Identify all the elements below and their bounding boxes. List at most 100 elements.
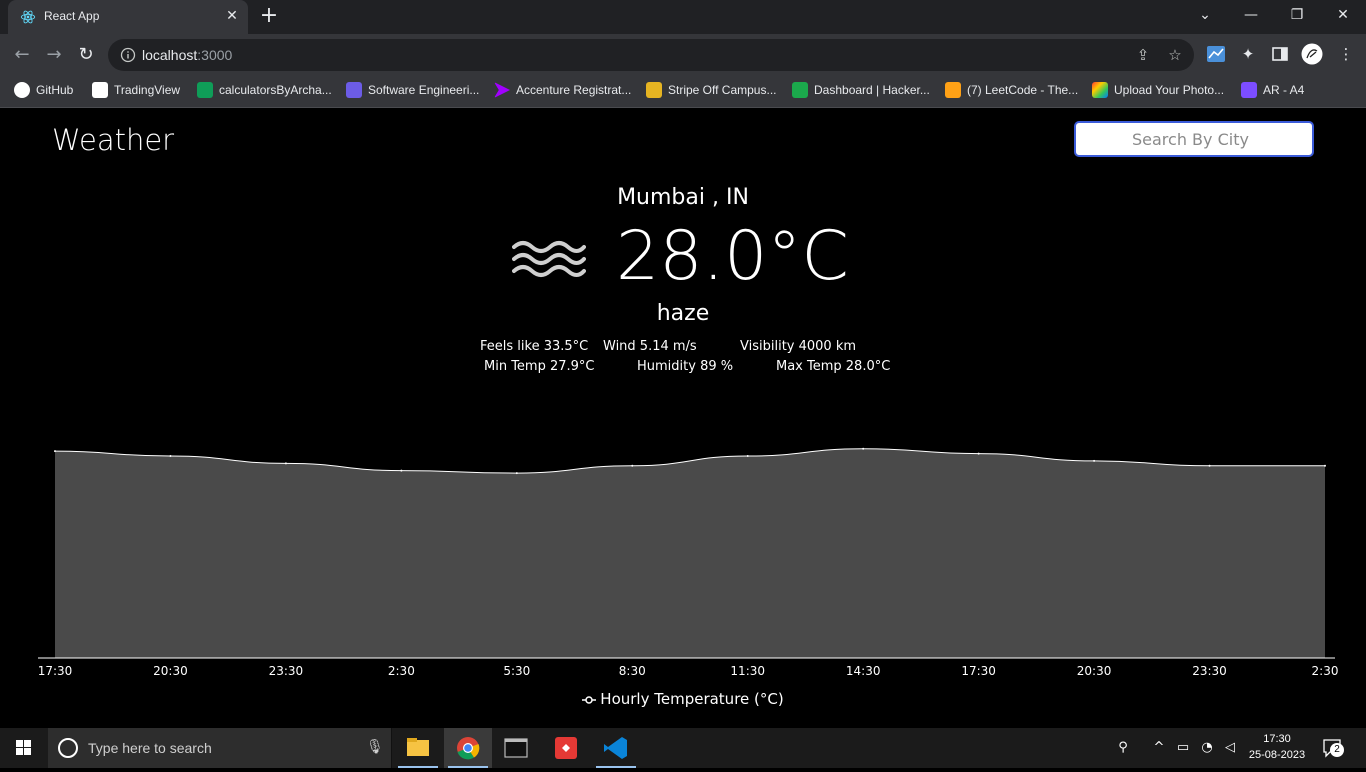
chart-legend[interactable]: Hourly Temperature (°C) xyxy=(0,690,1366,708)
people-icon[interactable]: ⚲ xyxy=(1114,739,1132,757)
temperature-area xyxy=(55,448,1325,658)
taskbar-search-placeholder: Type here to search xyxy=(88,740,212,756)
x-tick-label: 17:30 xyxy=(38,664,73,678)
info-icon[interactable] xyxy=(120,47,136,63)
city-search-input[interactable] xyxy=(1074,121,1314,157)
github-icon xyxy=(14,82,30,98)
x-tick-label: 23:30 xyxy=(269,664,304,678)
printer-icon xyxy=(1241,82,1257,98)
temperature-point[interactable] xyxy=(862,447,865,450)
side-panel-icon[interactable] xyxy=(1270,44,1290,64)
temperature-point[interactable] xyxy=(400,469,403,472)
system-clock[interactable]: 17:30 25-08-2023 xyxy=(1244,731,1310,763)
bookmark-label: TradingView xyxy=(114,83,181,97)
clock-time: 17:30 xyxy=(1263,733,1291,745)
temperature-point[interactable] xyxy=(1324,464,1326,467)
temperature-point[interactable] xyxy=(1208,464,1211,467)
file-explorer-icon[interactable] xyxy=(394,728,442,768)
bookmark-ar-a4[interactable]: AR - A4 xyxy=(1241,76,1304,104)
volume-icon[interactable]: ◁ xyxy=(1221,739,1239,757)
sheets-icon xyxy=(197,82,213,98)
bookmark-label: Dashboard | Hacker... xyxy=(814,83,930,97)
bookmark-upload-photo[interactable]: Upload Your Photo... xyxy=(1092,76,1224,104)
temperature-point[interactable] xyxy=(169,455,172,458)
bookmarks-bar: GitHub TradingView calculatorsByArcha...… xyxy=(0,76,1366,108)
tab-react-app[interactable]: React App ✕ xyxy=(8,0,248,34)
temperature-point[interactable] xyxy=(977,452,980,455)
leetcode-icon xyxy=(945,82,961,98)
temperature-point[interactable] xyxy=(1093,459,1096,462)
tab-strip: React App ✕ + ⌄ — ❐ ✕ xyxy=(0,0,1366,34)
bookmark-stripe[interactable]: Stripe Off Campus... xyxy=(646,76,777,104)
chrome-icon[interactable] xyxy=(444,728,492,768)
x-tick-label: 11:30 xyxy=(730,664,765,678)
bookmark-leetcode[interactable]: (7) LeetCode - The... xyxy=(945,76,1078,104)
temperature-point[interactable] xyxy=(284,462,287,465)
bookmark-label: GitHub xyxy=(36,83,74,97)
taskbar: Type here to search 🎙 ⚲ ^ ▭ ◔ ◁ 17:30 25… xyxy=(0,728,1366,768)
address-bar[interactable]: localhost:3000 ⇪ ☆ xyxy=(108,39,1194,71)
humidity: Humidity 89 % xyxy=(637,359,734,374)
notification-center-icon[interactable]: 2 xyxy=(1322,738,1344,758)
windows-start-icon[interactable] xyxy=(0,728,48,768)
bookmark-label: AR - A4 xyxy=(1263,83,1305,97)
haze-icon xyxy=(512,241,586,277)
bookmark-hackerrank[interactable]: Dashboard | Hacker... xyxy=(792,76,930,104)
bookmark-calculators[interactable]: calculatorsByArcha... xyxy=(197,76,332,104)
bookmark-label: Stripe Off Campus... xyxy=(668,83,777,97)
tab-search-chevron-icon[interactable]: ⌄ xyxy=(1182,0,1228,32)
share-icon[interactable]: ⇪ xyxy=(1134,46,1152,64)
restore-button[interactable]: ❐ xyxy=(1274,0,1320,32)
temperature-point[interactable] xyxy=(54,450,56,453)
toolbar: ← → ↻ localhost:3000 ⇪ ☆ ✦ ⋮ xyxy=(0,34,1366,76)
feels-like: Feels like 33.5°C xyxy=(480,339,589,354)
terminal-icon[interactable] xyxy=(492,728,540,768)
bookmark-software-engineering[interactable]: Software Engineeri... xyxy=(346,76,479,104)
back-arrow-icon[interactable]: ← xyxy=(10,43,34,67)
bookmark-accenture[interactable]: Accenture Registrat... xyxy=(494,76,631,104)
tradingview-icon xyxy=(92,82,108,98)
x-tick-label: 2:30 xyxy=(1312,664,1339,678)
x-tick-label: 17:30 xyxy=(961,664,996,678)
temperature-point[interactable] xyxy=(631,464,634,467)
weather-description: haze xyxy=(656,301,710,326)
photo-app-icon xyxy=(1092,82,1108,98)
x-tick-label: 14:30 xyxy=(846,664,881,678)
temperature-point[interactable] xyxy=(515,472,518,475)
s-logo-icon xyxy=(346,82,362,98)
bookmark-label: Accenture Registrat... xyxy=(516,83,632,97)
profile-avatar[interactable] xyxy=(1301,43,1323,65)
vscode-icon[interactable] xyxy=(592,728,640,768)
close-window-button[interactable]: ✕ xyxy=(1320,0,1366,32)
app-title: Weather xyxy=(52,123,175,157)
stripe-icon xyxy=(646,82,662,98)
tab-close-icon[interactable]: ✕ xyxy=(224,8,240,24)
weather-page: Weather Mumbai , IN 28.0°C haze Feels li… xyxy=(0,109,1366,728)
stock-chart-extension-icon[interactable] xyxy=(1206,44,1226,64)
bookmark-label: (7) LeetCode - The... xyxy=(967,83,1079,97)
battery-icon[interactable]: ▭ xyxy=(1174,739,1192,757)
tab-title: React App xyxy=(44,9,100,23)
new-tab-button[interactable]: + xyxy=(258,5,280,28)
extensions-puzzle-icon[interactable]: ✦ xyxy=(1238,44,1258,64)
browser-menu-icon[interactable]: ⋮ xyxy=(1336,44,1356,64)
x-tick-label: 23:30 xyxy=(1192,664,1227,678)
legend-line-marker-icon xyxy=(582,695,597,704)
browser-window: React App ✕ + ⌄ — ❐ ✕ ← → ↻ localhost:30… xyxy=(0,0,1366,768)
clock-date: 25-08-2023 xyxy=(1248,749,1306,761)
x-tick-label: 8:30 xyxy=(619,664,646,678)
postman-icon[interactable] xyxy=(542,728,590,768)
bookmark-tradingview[interactable]: TradingView xyxy=(92,76,180,104)
wifi-icon[interactable]: ◔ xyxy=(1198,739,1216,757)
url-text: localhost:3000 xyxy=(142,47,233,63)
forward-arrow-icon[interactable]: → xyxy=(42,43,66,67)
cortana-icon xyxy=(58,738,78,758)
taskbar-search-box[interactable]: Type here to search 🎙 xyxy=(48,728,392,768)
temperature-point[interactable] xyxy=(746,455,749,458)
bookmark-star-icon[interactable]: ☆ xyxy=(1166,46,1184,64)
microphone-icon[interactable]: 🎙 xyxy=(366,739,384,757)
minimize-button[interactable]: — xyxy=(1228,0,1274,32)
tray-overflow-chevron-icon[interactable]: ^ xyxy=(1150,739,1168,757)
reload-icon[interactable]: ↻ xyxy=(74,43,98,67)
bookmark-github[interactable]: GitHub xyxy=(14,76,73,104)
